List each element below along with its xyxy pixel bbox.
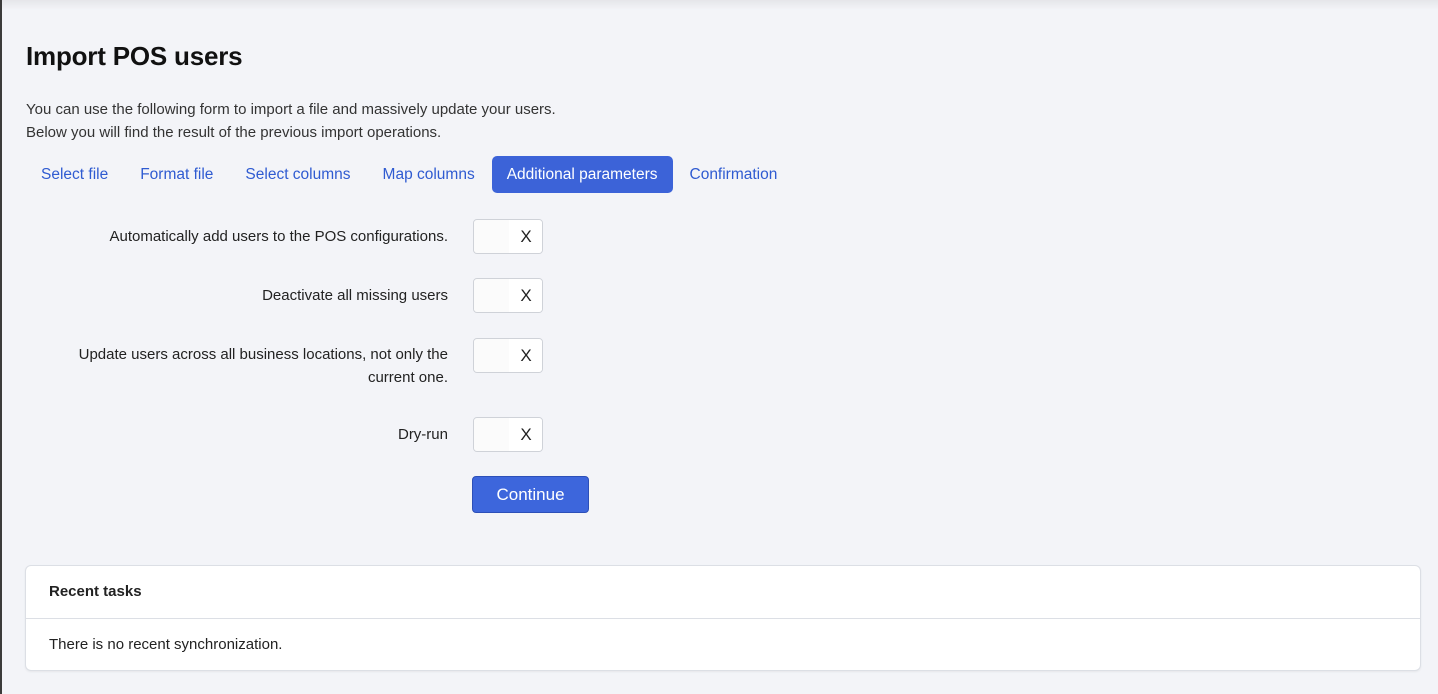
toggle-dry-run[interactable]: X xyxy=(473,417,543,452)
option-label-line-1: Update users across all business locatio… xyxy=(78,346,448,363)
top-shadow xyxy=(2,0,1438,10)
toggle-all-locations[interactable]: X xyxy=(473,338,543,373)
step-select-file[interactable]: Select file xyxy=(26,156,123,193)
step-select-columns[interactable]: Select columns xyxy=(230,156,365,193)
recent-tasks-panel: Recent tasks There is no recent synchron… xyxy=(25,565,1421,671)
toggle-knob xyxy=(474,418,510,451)
wizard-steps: Select file Format file Select columns M… xyxy=(26,156,794,193)
step-additional-parameters[interactable]: Additional parameters xyxy=(491,156,673,193)
toggle-off-indicator: X xyxy=(509,220,542,253)
intro-text: You can use the following form to import… xyxy=(26,98,556,144)
recent-tasks-empty-message: There is no recent synchronization. xyxy=(49,636,283,653)
option-label-all-locations: Update users across all business locatio… xyxy=(48,343,448,389)
option-label-line-2: current one. xyxy=(367,369,448,386)
option-label-dry-run: Dry-run xyxy=(397,426,448,443)
toggle-deactivate-missing[interactable]: X xyxy=(473,278,543,313)
intro-line-1: You can use the following form to import… xyxy=(26,101,556,118)
step-map-columns[interactable]: Map columns xyxy=(368,156,490,193)
app-frame: Import POS users You can use the followi… xyxy=(0,0,1438,694)
toggle-off-indicator: X xyxy=(509,279,542,312)
intro-line-2: Below you will find the result of the pr… xyxy=(26,124,442,141)
page-title: Import POS users xyxy=(26,41,243,71)
step-confirmation[interactable]: Confirmation xyxy=(675,156,793,193)
toggle-off-indicator: X xyxy=(509,339,542,372)
toggle-knob xyxy=(474,279,510,312)
continue-button[interactable]: Continue xyxy=(472,476,589,513)
recent-tasks-title: Recent tasks xyxy=(26,566,1420,619)
toggle-knob xyxy=(474,220,510,253)
step-format-file[interactable]: Format file xyxy=(125,156,228,193)
toggle-auto-add[interactable]: X xyxy=(473,219,543,254)
option-label-auto-add: Automatically add users to the POS confi… xyxy=(109,228,448,245)
toggle-knob xyxy=(474,339,510,372)
toggle-off-indicator: X xyxy=(509,418,542,451)
option-label-deactivate-missing: Deactivate all missing users xyxy=(262,287,448,304)
